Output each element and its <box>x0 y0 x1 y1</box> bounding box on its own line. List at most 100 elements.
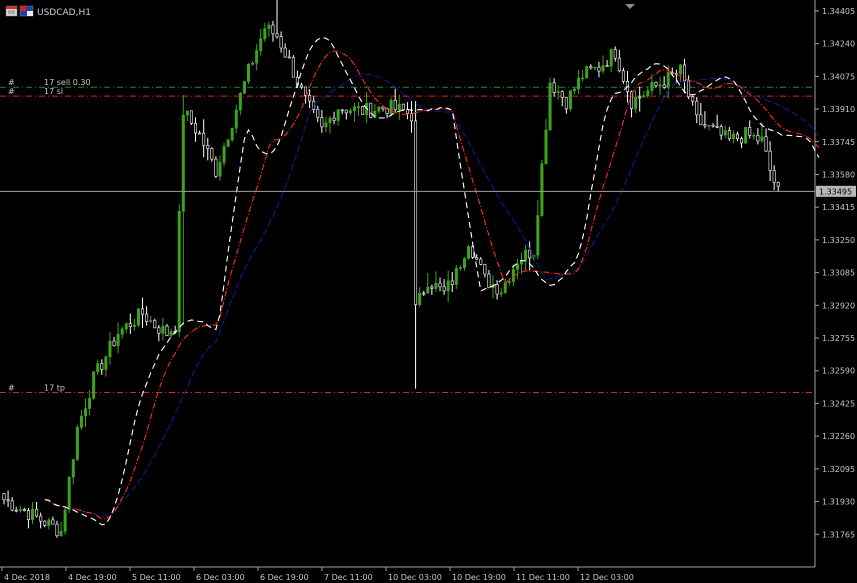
price-tick-label: 1.31930 <box>822 498 855 507</box>
candle-body <box>369 102 373 118</box>
candle-body <box>324 122 328 128</box>
candle-body <box>316 108 320 118</box>
price-tick-label: 1.32920 <box>822 301 855 310</box>
candle-body <box>39 515 43 522</box>
candle-body <box>768 150 772 171</box>
candle-body <box>540 163 544 216</box>
candle-body <box>776 181 780 187</box>
candle-body <box>678 64 682 75</box>
candle-body <box>202 132 206 146</box>
price-tick-label: 1.32425 <box>822 399 855 408</box>
symbol-flag-icon[interactable] <box>19 5 34 17</box>
candle-body <box>35 508 39 517</box>
candle-body <box>711 124 715 127</box>
candle-body <box>124 323 128 330</box>
candle-body <box>136 308 140 326</box>
candle-body <box>487 273 491 288</box>
candle-body <box>662 84 666 88</box>
order-label: 17 sl <box>44 87 63 96</box>
current-price-label: 1.33495 <box>819 187 852 196</box>
price-tick-label: 1.33250 <box>822 236 855 245</box>
candle-body <box>593 66 597 69</box>
candle-body <box>181 114 185 212</box>
candle-body <box>43 520 47 526</box>
candle-body <box>157 327 161 334</box>
candle-body <box>687 80 691 98</box>
candle-body <box>462 258 466 268</box>
candle-body <box>71 459 75 478</box>
candle-body <box>92 371 96 399</box>
candle-body <box>744 127 748 144</box>
candle-body <box>312 100 316 110</box>
candle-body <box>357 106 361 108</box>
candle-body <box>2 493 6 501</box>
candle-body <box>304 86 308 96</box>
candle-body <box>727 130 731 139</box>
candle-body <box>658 84 662 87</box>
candle-body <box>495 284 499 295</box>
candle-body <box>100 363 104 370</box>
candle-body <box>267 24 271 30</box>
candle-body <box>731 133 735 139</box>
candle-body <box>699 114 703 126</box>
candle-body <box>438 282 442 288</box>
candle-body <box>141 308 145 315</box>
candle-body <box>75 426 79 460</box>
candle-body <box>51 519 55 525</box>
candle-body <box>291 57 295 78</box>
candle-body <box>59 531 63 537</box>
candle-body <box>577 77 581 90</box>
candle-body <box>646 90 650 96</box>
price-tick-label: 1.32590 <box>822 367 855 376</box>
candle-body <box>418 292 422 305</box>
candle-body <box>621 70 625 82</box>
candle-body <box>613 49 617 59</box>
price-tick-label: 1.33415 <box>822 203 855 212</box>
candle-body <box>22 509 26 511</box>
price-tick-label: 1.33580 <box>822 170 855 179</box>
candle-body <box>271 24 275 35</box>
candle-body <box>10 500 14 511</box>
candle-body <box>198 132 202 135</box>
candle-body <box>475 257 479 260</box>
candle-body <box>458 267 462 269</box>
candle-body <box>108 340 112 358</box>
candle-body <box>638 96 642 99</box>
candle-body <box>617 57 621 72</box>
price-chart[interactable]: USDCAD,H1 1.34405 1.34240 1.34075 1.33910 1.… <box>0 0 857 583</box>
candle-body <box>194 123 198 134</box>
candle-body <box>601 65 605 72</box>
order-label: 17 sell 0.30 <box>44 78 91 87</box>
candle-body <box>666 72 670 88</box>
candle-body <box>255 50 259 64</box>
candle-body <box>251 62 255 65</box>
candle-body <box>275 33 279 37</box>
candle-body <box>548 82 552 131</box>
candle-body <box>308 95 312 102</box>
candle-body <box>544 129 548 164</box>
candle-body <box>723 130 727 136</box>
candle-body <box>752 135 756 137</box>
price-tick-label: 1.31765 <box>822 530 855 539</box>
time-tick-label: 7 Dec 11:00 <box>324 573 373 582</box>
candle-body <box>55 523 59 537</box>
candle-body <box>88 397 92 409</box>
candle-body <box>263 28 267 40</box>
time-tick-label: 10 Dec 19:00 <box>452 573 506 582</box>
time-tick-label: 11 Dec 11:00 <box>516 573 570 582</box>
time-tick-label: 5 Dec 11:00 <box>132 573 181 582</box>
candle-body <box>401 103 405 110</box>
candle-body <box>589 66 593 69</box>
candle-body <box>748 127 752 136</box>
candle-body <box>654 81 658 87</box>
candle-body <box>84 408 88 417</box>
candle-body <box>340 109 344 112</box>
candle-body <box>691 96 695 102</box>
candle-body <box>446 280 450 292</box>
candle-body <box>145 313 149 322</box>
candle-body <box>287 56 291 59</box>
price-tick-label: 1.34405 <box>822 7 855 16</box>
candle-body <box>564 97 568 110</box>
chart-window-icon[interactable] <box>5 5 18 17</box>
candle-body <box>760 136 764 142</box>
